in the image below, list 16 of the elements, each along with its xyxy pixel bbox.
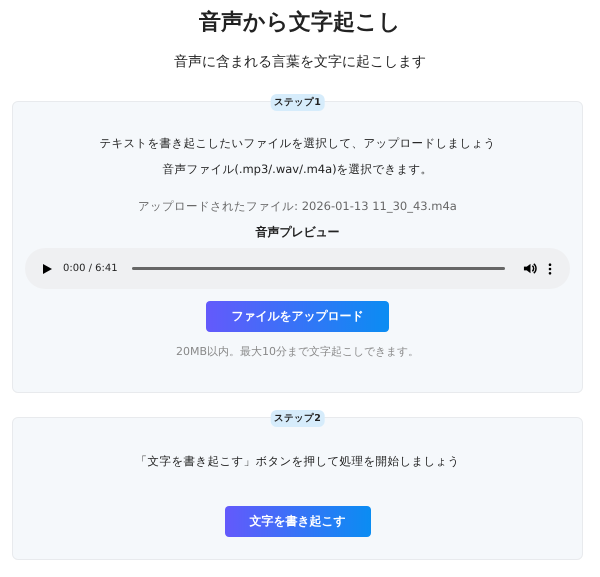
page-subtitle: 音声に含まれる言葉を文字に起こします: [174, 53, 426, 72]
more-icon[interactable]: [548, 262, 552, 274]
instruction-text: 音声ファイル(.mp3/.wav/.m4a)を選択できます。: [162, 161, 433, 178]
step-badge: ステップ1: [270, 94, 325, 111]
uploaded-file-text: アップロードされたファイル: 2026-01-13 11_30_43.m4a: [138, 198, 457, 215]
instruction-text: 「文字を書き起こす」ボタンを押して処理を開始しましょう: [136, 453, 460, 470]
time-text: 0:00 / 6:41: [63, 263, 118, 274]
instruction-text: テキストを書き起こしたいファイルを選択して、アップロードしましょう: [100, 135, 496, 152]
upload-note: 20MB以内。最大10分まで文字起こしできます。: [176, 344, 420, 360]
volume-icon[interactable]: [523, 261, 538, 276]
preview-heading: 音声プレビュー: [256, 224, 340, 241]
transcribe-button[interactable]: 文字を書き起こす: [224, 506, 370, 537]
play-icon[interactable]: [41, 262, 53, 274]
step-badge: ステップ2: [270, 410, 325, 427]
page-title: 音声から文字起こし: [199, 8, 401, 37]
upload-button[interactable]: ファイルをアップロード: [206, 301, 389, 332]
